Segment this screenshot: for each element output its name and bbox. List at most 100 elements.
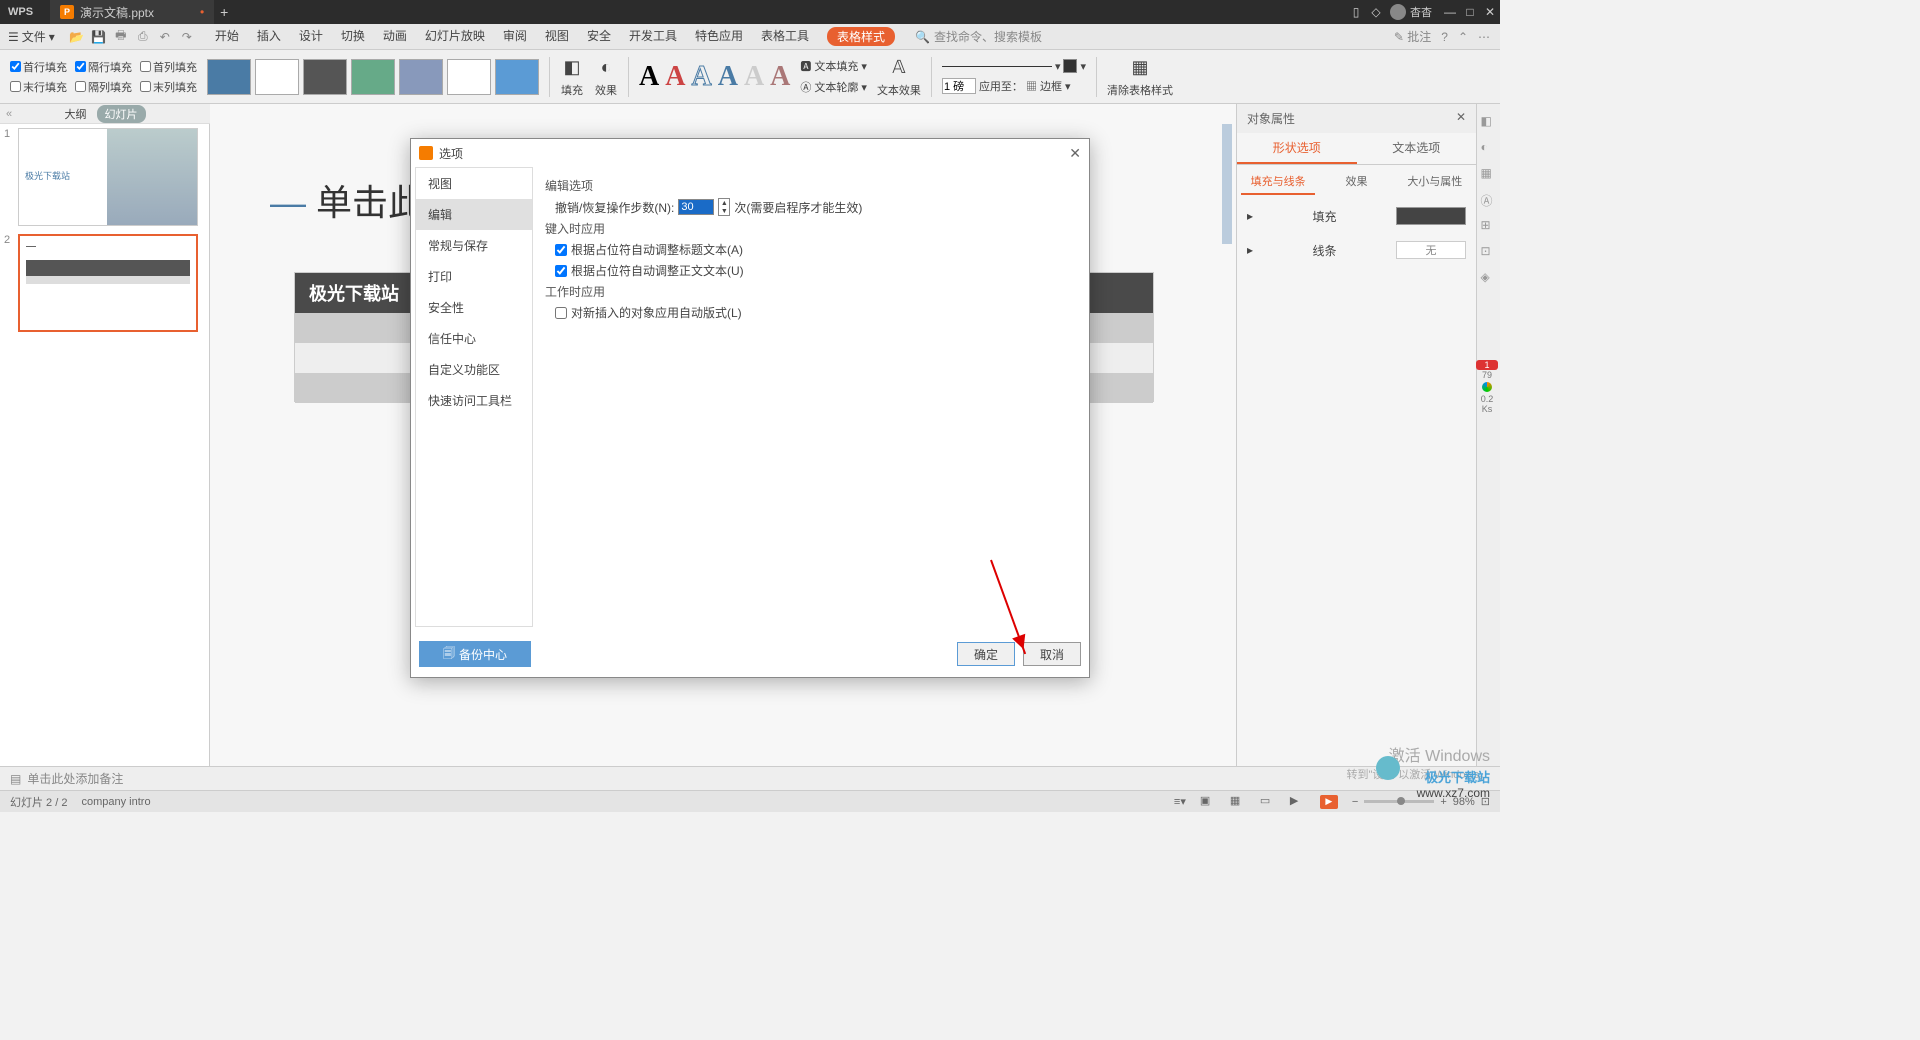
skin-icon[interactable]: ◇ <box>1366 5 1386 19</box>
notes-toggle-icon[interactable]: ≡▾ <box>1174 795 1186 808</box>
zoom-out-icon[interactable]: − <box>1352 796 1358 808</box>
dialog-close-icon[interactable]: ✕ <box>1069 145 1081 162</box>
document-tab[interactable]: P 演示文稿.pptx • <box>50 0 214 24</box>
wordart-preset[interactable]: A <box>639 61 659 93</box>
nav-trust[interactable]: 信任中心 <box>416 323 532 354</box>
slide-thumb-1[interactable]: 1 极光下载站 <box>4 128 205 226</box>
table-style-gallery[interactable] <box>207 59 539 95</box>
user-avatar-icon[interactable] <box>1390 4 1406 20</box>
chk-first-row[interactable]: 首行填充 <box>10 59 67 75</box>
nav-edit[interactable]: 编辑 <box>416 199 532 230</box>
print-icon[interactable]: 🖶 <box>113 29 129 45</box>
chk-autofit-title[interactable]: 根据占位符自动调整标题文本(A) <box>555 241 1077 258</box>
chk-first-col[interactable]: 首列填充 <box>140 59 197 75</box>
table-style-preset[interactable] <box>303 59 347 95</box>
chk-last-row[interactable]: 末行填充 <box>10 79 67 95</box>
cancel-button[interactable]: 取消 <box>1023 642 1081 666</box>
chk-banded-row[interactable]: 隔行填充 <box>75 59 132 75</box>
text-effect-button[interactable]: 𝔸文本效果 <box>877 56 921 98</box>
collapse-ribbon-icon[interactable]: ⌃ <box>1458 30 1468 44</box>
line-weight-input[interactable] <box>942 78 976 94</box>
clear-table-style-button[interactable]: ▦清除表格样式 <box>1107 56 1173 98</box>
side-icon-4[interactable]: Ⓐ <box>1481 192 1497 208</box>
tab-tablestyle[interactable]: 表格样式 <box>827 27 895 46</box>
wordart-preset[interactable]: A <box>744 61 764 93</box>
line-style-picker[interactable]: ▾ ▾ <box>942 59 1086 73</box>
side-icon-6[interactable]: ⊡ <box>1481 244 1497 260</box>
annotate-button[interactable]: ✎ 批注 <box>1394 28 1431 45</box>
tab-security[interactable]: 安全 <box>587 27 611 46</box>
text-outline-button[interactable]: Ⓐ 文本轮廓 ▾ <box>800 79 867 95</box>
slideshow-view-icon[interactable]: ▶ <box>1290 794 1306 810</box>
help-icon[interactable]: ? <box>1441 30 1448 44</box>
slide-title-placeholder[interactable]: — 单击此 <box>270 174 424 226</box>
nav-view[interactable]: 视图 <box>416 168 532 199</box>
app-badge[interactable]: ▯ <box>1346 5 1366 19</box>
reading-view-icon[interactable]: ▭ <box>1260 794 1276 810</box>
outline-tab[interactable]: 大纲 <box>65 106 87 122</box>
close-pane-icon[interactable]: ✕ <box>1456 110 1466 127</box>
tab-view[interactable]: 视图 <box>545 27 569 46</box>
border-button[interactable]: ▦ 边框 ▾ <box>1026 78 1071 94</box>
prop-tab-text[interactable]: 文本选项 <box>1357 133 1477 164</box>
tab-insert[interactable]: 插入 <box>257 27 281 46</box>
minimize-button[interactable]: — <box>1440 5 1460 19</box>
open-icon[interactable]: 📂 <box>69 29 85 45</box>
nav-qat[interactable]: 快速访问工具栏 <box>416 385 532 416</box>
collapse-thumbs-icon[interactable]: « <box>6 108 12 120</box>
nav-print[interactable]: 打印 <box>416 261 532 292</box>
vscrollbar[interactable] <box>1222 124 1232 244</box>
text-fill-button[interactable]: 🅰 文本填充 ▾ <box>800 58 867 74</box>
wordart-preset[interactable]: A <box>770 61 790 93</box>
effect-button[interactable]: ◐效果 <box>594 56 618 98</box>
table-style-preset[interactable] <box>399 59 443 95</box>
redo-icon[interactable]: ↷ <box>179 29 195 45</box>
line-section[interactable]: ▸ 线条无 <box>1237 233 1476 267</box>
nav-general[interactable]: 常规与保存 <box>416 230 532 261</box>
wordart-preset[interactable]: A <box>718 61 738 93</box>
table-style-preset[interactable] <box>351 59 395 95</box>
fill-section[interactable]: ▸ 填充 <box>1237 199 1476 233</box>
file-menu[interactable]: ☰ 文件 ▾ <box>0 28 63 45</box>
notes-bar[interactable]: ▤ 单击此处添加备注 <box>0 766 1500 790</box>
wordart-preset[interactable]: A <box>665 61 685 93</box>
tab-design[interactable]: 设计 <box>299 27 323 46</box>
side-icon-7[interactable]: ◈ <box>1481 270 1497 286</box>
chk-banded-col[interactable]: 隔列填充 <box>75 79 132 95</box>
undo-icon[interactable]: ↶ <box>157 29 173 45</box>
normal-view-icon[interactable]: ▣ <box>1200 794 1216 810</box>
nav-security[interactable]: 安全性 <box>416 292 532 323</box>
undo-spinner[interactable]: ▲▼ <box>718 198 730 216</box>
side-icon-2[interactable]: ◐ <box>1481 140 1497 156</box>
undo-steps-input[interactable] <box>678 199 714 215</box>
maximize-button[interactable]: □ <box>1460 5 1480 19</box>
table-style-preset[interactable] <box>207 59 251 95</box>
print-preview-icon[interactable]: ⎙ <box>135 29 151 45</box>
tab-tabletools[interactable]: 表格工具 <box>761 27 809 46</box>
search-box[interactable]: 🔍 查找命令、搜索模板 <box>915 28 1042 45</box>
tab-devtools[interactable]: 开发工具 <box>629 27 677 46</box>
tab-review[interactable]: 审阅 <box>503 27 527 46</box>
table-style-preset[interactable] <box>255 59 299 95</box>
wordart-preset[interactable]: A <box>691 61 711 93</box>
close-button[interactable]: ✕ <box>1480 5 1500 19</box>
sorter-view-icon[interactable]: ▦ <box>1230 794 1246 810</box>
tab-animation[interactable]: 动画 <box>383 27 407 46</box>
side-icon-1[interactable]: ◧ <box>1481 114 1497 130</box>
side-icon-5[interactable]: ⊞ <box>1481 218 1497 234</box>
line-style-select[interactable]: 无 <box>1396 241 1466 259</box>
tab-home[interactable]: 开始 <box>215 27 239 46</box>
table-style-preset[interactable] <box>495 59 539 95</box>
nav-customize[interactable]: 自定义功能区 <box>416 354 532 385</box>
chk-last-col[interactable]: 末列填充 <box>140 79 197 95</box>
prop-subtab-effect[interactable]: 效果 <box>1319 169 1393 195</box>
play-button[interactable]: ▶ <box>1320 795 1338 809</box>
tab-special[interactable]: 特色应用 <box>695 27 743 46</box>
chk-auto-layout[interactable]: 对新插入的对象应用自动版式(L) <box>555 304 1077 321</box>
tab-transition[interactable]: 切换 <box>341 27 365 46</box>
more-icon[interactable]: ⋯ <box>1478 30 1490 44</box>
prop-subtab-size[interactable]: 大小与属性 <box>1398 169 1472 195</box>
tab-slideshow[interactable]: 幻灯片放映 <box>425 27 485 46</box>
fill-button[interactable]: ◧填充 <box>560 56 584 98</box>
side-icon-3[interactable]: ▦ <box>1481 166 1497 182</box>
